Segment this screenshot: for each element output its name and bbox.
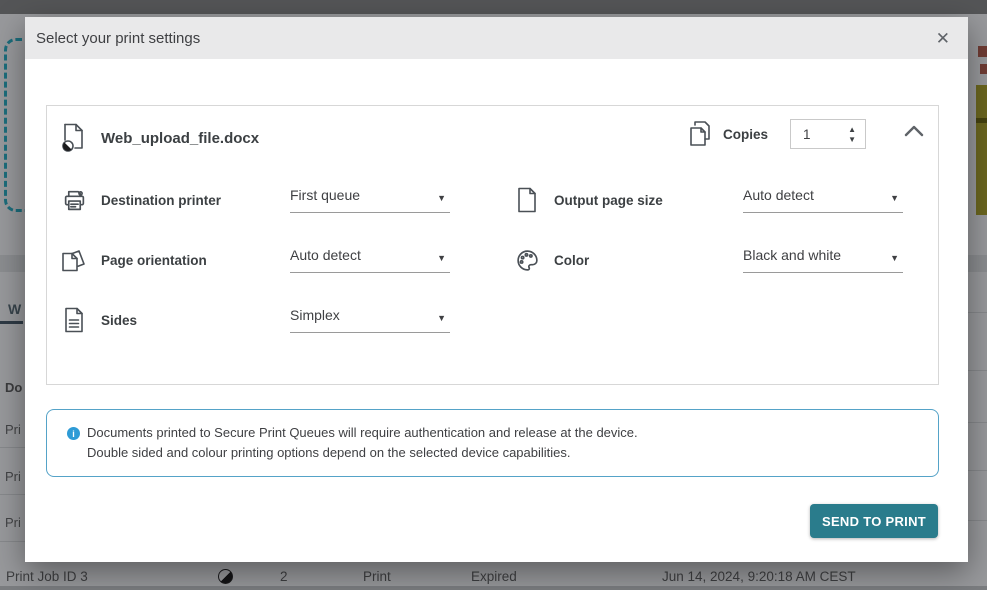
job-name-cell: Print Job ID 3	[6, 569, 88, 584]
copies-group: Copies 1 ▲ ▼	[687, 119, 866, 149]
copies-label: Copies	[723, 127, 768, 142]
output-page-size-select[interactable]: Auto detect ▼	[743, 187, 903, 213]
dropdown-caret-icon: ▼	[890, 253, 903, 263]
field-label: Output page size	[554, 193, 743, 208]
background-fragment	[976, 118, 987, 123]
table-divider	[0, 494, 25, 495]
dropdown-caret-icon: ▼	[890, 193, 903, 203]
copies-value[interactable]: 1	[791, 127, 848, 142]
palette-icon	[514, 248, 540, 273]
destination-printer-select[interactable]: First queue ▼	[290, 187, 450, 213]
selected-value: Black and white	[743, 247, 841, 263]
printer-icon	[61, 188, 87, 213]
color-select[interactable]: Black and white ▼	[743, 247, 903, 273]
sides-icon	[61, 307, 87, 333]
background-row-partial: Pri	[5, 422, 21, 437]
page-icon	[514, 187, 540, 213]
table-divider	[968, 370, 987, 371]
field-color: Color Black and white ▼	[514, 238, 903, 282]
collapse-chevron-up-icon[interactable]	[902, 122, 926, 145]
table-divider	[968, 470, 987, 471]
background-fragment	[976, 85, 987, 215]
field-output-page-size: Output page size Auto detect ▼	[514, 178, 903, 222]
sides-select[interactable]: Simplex ▼	[290, 307, 450, 333]
send-to-print-button[interactable]: SEND TO PRINT	[810, 504, 938, 538]
background-tab-partial: W	[8, 301, 21, 317]
info-banner: i Documents printed to Secure Print Queu…	[46, 409, 939, 477]
info-line-1: Documents printed to Secure Print Queues…	[87, 423, 638, 443]
background-top-bar	[0, 0, 987, 14]
field-destination-printer: Destination printer First queue ▼	[61, 178, 450, 222]
field-label: Page orientation	[101, 253, 290, 268]
status-cell: Expired	[471, 569, 517, 584]
field-label: Sides	[101, 313, 290, 328]
date-cell: Jun 14, 2024, 9:20:18 AM CEST	[662, 569, 856, 584]
copies-cell: 2	[280, 569, 288, 584]
background-column-header-partial: Do	[5, 380, 22, 395]
type-cell: Print	[363, 569, 391, 584]
dropdown-caret-icon: ▼	[437, 253, 450, 263]
field-sides: Sides Simplex ▼	[61, 298, 450, 342]
selected-value: Auto detect	[290, 247, 361, 263]
background-fragment	[978, 46, 987, 57]
background-fragment	[980, 64, 987, 74]
copies-icon	[687, 120, 713, 148]
dropdown-caret-icon: ▼	[437, 193, 450, 203]
table-divider	[968, 312, 987, 313]
document-grayscale-icon	[61, 123, 87, 153]
stepper-arrows: ▲ ▼	[848, 126, 865, 143]
field-label: Destination printer	[101, 193, 290, 208]
field-page-orientation: Page orientation Auto detect ▼	[61, 238, 450, 282]
info-text: Documents printed to Secure Print Queues…	[87, 423, 638, 463]
print-settings-dialog: Select your print settings ✕ Web_upload_…	[25, 17, 968, 562]
screen: W Do Pri Pri Pri Print Job ID 3 2 Print …	[0, 0, 987, 590]
decrement-icon[interactable]: ▼	[848, 136, 856, 143]
info-line-2: Double sided and colour printing options…	[87, 443, 638, 463]
dialog-header: Select your print settings ✕	[25, 17, 968, 59]
selected-value: Auto detect	[743, 187, 814, 203]
dialog-title: Select your print settings	[36, 30, 200, 47]
field-label: Color	[554, 253, 743, 268]
close-icon[interactable]: ✕	[932, 26, 954, 51]
table-divider	[0, 447, 25, 448]
page-orientation-select[interactable]: Auto detect ▼	[290, 247, 450, 273]
table-divider	[0, 541, 25, 542]
background-row-partial: Pri	[5, 515, 21, 530]
info-icon: i	[67, 427, 80, 440]
background-row-partial: Pri	[5, 469, 21, 484]
background-footer-strip	[0, 586, 987, 590]
grayscale-icon	[218, 569, 233, 584]
print-job-card: Web_upload_file.docx Copies 1 ▲ ▼	[46, 105, 939, 385]
file-row: Web_upload_file.docx	[61, 123, 259, 153]
dropdown-caret-icon: ▼	[437, 313, 450, 323]
orientation-icon	[61, 247, 87, 273]
copies-stepper[interactable]: 1 ▲ ▼	[790, 119, 866, 149]
file-name: Web_upload_file.docx	[101, 130, 259, 147]
increment-icon[interactable]: ▲	[848, 126, 856, 133]
table-divider	[968, 422, 987, 423]
table-divider	[968, 520, 987, 521]
background-tab-underline	[0, 321, 23, 324]
selected-value: First queue	[290, 187, 360, 203]
selected-value: Simplex	[290, 307, 340, 323]
